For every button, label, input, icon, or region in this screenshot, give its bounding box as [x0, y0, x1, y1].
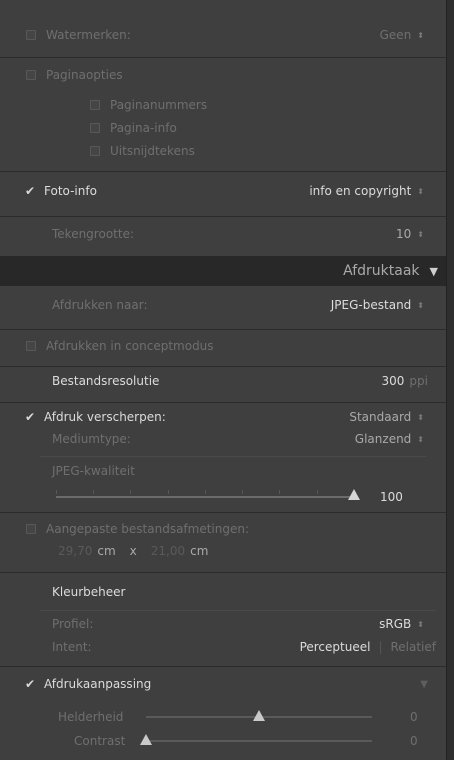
brightness-slider-thumb[interactable]: [253, 710, 265, 721]
dim-width-value[interactable]: 29,70: [58, 544, 92, 558]
font-size-row[interactable]: Tekengrootte: 10 ⬍: [0, 220, 446, 248]
custom-dims-row[interactable]: Aangepaste bestandsafmetingen:: [0, 518, 446, 540]
media-type-label: Mediumtype:: [52, 432, 131, 446]
print-adjust-check-icon[interactable]: ✔: [24, 677, 36, 691]
intent-row: Intent: Perceptueel | Relatief: [0, 636, 446, 658]
media-type-updown-icon[interactable]: ⬍: [417, 435, 424, 444]
jpeg-slider-track[interactable]: [56, 496, 354, 498]
brightness-label: Helderheid: [58, 710, 124, 724]
photo-info-label: Foto-info: [44, 184, 97, 198]
watermark-checkbox[interactable]: [26, 30, 36, 40]
intent-label: Intent:: [52, 640, 92, 654]
contrast-label: Contrast: [74, 734, 126, 748]
dim-x-separator: x: [129, 544, 137, 558]
resolution-value[interactable]: 300: [382, 374, 405, 388]
photo-info-value[interactable]: info en copyright: [309, 184, 411, 198]
sharpen-updown-icon[interactable]: ⬍: [417, 413, 424, 422]
sharpen-check-icon[interactable]: ✔: [24, 410, 36, 424]
media-type-row[interactable]: Mediumtype: Glanzend ⬍: [0, 428, 446, 450]
jpeg-quality-label: JPEG-kwaliteit: [52, 464, 135, 478]
print-to-row[interactable]: Afdrukken naar: JPEG-bestand ⬍: [0, 292, 446, 318]
contrast-slider-thumb[interactable]: [140, 734, 152, 745]
jpeg-slider-thumb[interactable]: [348, 489, 360, 500]
profile-value[interactable]: sRGB: [379, 617, 411, 631]
intent-separator: |: [378, 640, 383, 654]
draft-mode-checkbox[interactable]: [26, 341, 36, 351]
print-adjust-label: Afdrukaanpassing: [44, 677, 152, 691]
photo-info-check-icon[interactable]: ✔: [24, 184, 36, 198]
brightness-value[interactable]: 0: [410, 710, 418, 724]
sharpen-label: Afdruk verscherpen:: [44, 410, 166, 424]
dims-values-row: 29,70 cm x 21,00 cm: [0, 540, 446, 562]
font-size-label: Tekengrootte:: [52, 227, 134, 241]
page-info-checkbox[interactable]: [90, 123, 100, 133]
profile-updown-icon[interactable]: ⬍: [417, 620, 424, 629]
print-to-value[interactable]: JPEG-bestand: [331, 298, 412, 312]
print-adjust-collapse-icon[interactable]: ▼: [420, 679, 428, 690]
brightness-value-wrap: 0: [410, 707, 418, 727]
contrast-value-wrap: 0: [410, 731, 418, 751]
brightness-slider[interactable]: [146, 710, 372, 723]
photo-info-updown-icon[interactable]: ⬍: [417, 187, 424, 196]
profile-row[interactable]: Profiel: sRGB ⬍: [0, 614, 446, 634]
custom-dims-checkbox[interactable]: [26, 524, 36, 534]
media-type-value[interactable]: Glanzend: [355, 432, 412, 446]
jpeg-quality-label-row: JPEG-kwaliteit: [0, 460, 446, 482]
watermark-label: Watermerken:: [46, 28, 131, 42]
contrast-slider[interactable]: [140, 734, 372, 747]
crop-marks-option[interactable]: Uitsnijdtekens: [0, 142, 446, 160]
page-info-label: Pagina-info: [110, 121, 177, 135]
sharpen-value[interactable]: Standaard: [349, 410, 411, 424]
resolution-unit: ppi: [409, 374, 428, 388]
dim-width-unit: cm: [97, 544, 116, 558]
photo-info-row[interactable]: ✔ Foto-info info en copyright ⬍: [0, 174, 446, 208]
dim-height-unit: cm: [190, 544, 209, 558]
color-management-row: Kleurbeheer: [0, 580, 446, 604]
sharpen-row[interactable]: ✔ Afdruk verscherpen: Standaard ⬍: [0, 406, 446, 428]
contrast-value[interactable]: 0: [410, 734, 418, 748]
print-job-header[interactable]: Afdruktaak ▼: [0, 256, 446, 286]
profile-label: Profiel:: [52, 617, 94, 631]
draft-mode-label: Afdrukken in conceptmodus: [46, 339, 214, 353]
print-settings-panel: Watermerken: Geen ⬍ Paginaopties Paginan…: [0, 0, 447, 760]
page-numbers-checkbox[interactable]: [90, 100, 100, 110]
custom-dims-label: Aangepaste bestandsafmetingen:: [46, 522, 250, 536]
resolution-row[interactable]: Bestandsresolutie 300 ppi: [0, 368, 446, 394]
page-options-label: Paginaopties: [46, 68, 123, 82]
jpeg-quality-slider[interactable]: [56, 489, 360, 504]
crop-marks-checkbox[interactable]: [90, 146, 100, 156]
crop-marks-label: Uitsnijdtekens: [110, 144, 195, 158]
watermark-value[interactable]: Geen: [380, 28, 412, 42]
page-numbers-label: Paginanummers: [110, 98, 208, 112]
page-numbers-option[interactable]: Paginanummers: [0, 96, 446, 114]
color-management-title: Kleurbeheer: [52, 585, 126, 599]
jpeg-quality-value[interactable]: 100: [380, 490, 403, 504]
watermark-row[interactable]: Watermerken: Geen ⬍: [0, 22, 446, 48]
resolution-label: Bestandsresolutie: [52, 374, 160, 388]
intent-relative-option[interactable]: Relatief: [390, 640, 436, 654]
print-to-updown-icon[interactable]: ⬍: [417, 301, 424, 310]
intent-perceptual-option[interactable]: Perceptueel: [300, 640, 371, 654]
font-size-value[interactable]: 10: [396, 227, 411, 241]
font-size-updown-icon[interactable]: ⬍: [417, 230, 424, 239]
page-info-option[interactable]: Pagina-info: [0, 119, 446, 137]
draft-mode-row[interactable]: Afdrukken in conceptmodus: [0, 333, 446, 359]
jpeg-quality-value-wrap: 100: [380, 486, 403, 508]
print-job-collapse-icon[interactable]: ▼: [430, 265, 438, 278]
print-adjust-row[interactable]: ✔ Afdrukaanpassing ▼: [0, 672, 446, 696]
print-job-title: Afdruktaak: [343, 263, 420, 279]
page-options-row[interactable]: Paginaopties: [0, 64, 446, 86]
watermark-updown-icon[interactable]: ⬍: [417, 31, 424, 40]
page-options-checkbox[interactable]: [26, 70, 36, 80]
dim-height-value[interactable]: 21,00: [151, 544, 185, 558]
print-to-label: Afdrukken naar:: [52, 298, 148, 312]
